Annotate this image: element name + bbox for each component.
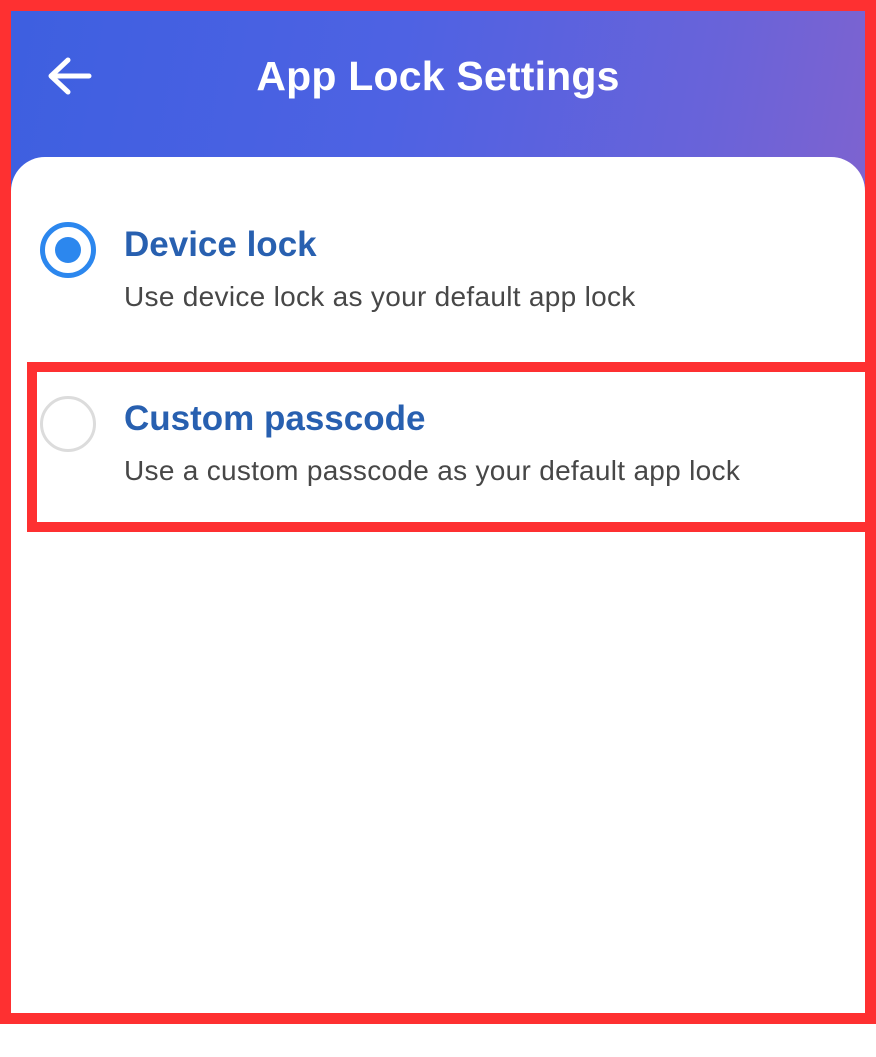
device-lock-description: Use device lock as your default app lock	[124, 281, 636, 312]
radio-selected-dot	[55, 237, 81, 263]
custom-passcode-title: Custom passcode	[124, 399, 426, 438]
option-custom-passcode[interactable]: Custom passcode Use a custom passcode as…	[40, 392, 870, 502]
option-device-lock[interactable]: Device lock Use device lock as your defa…	[40, 218, 870, 328]
device-lock-title: Device lock	[124, 225, 317, 264]
page-title: App Lock Settings	[256, 53, 620, 99]
custom-passcode-description: Use a custom passcode as your default ap…	[124, 455, 741, 486]
device-lock-radio[interactable]	[40, 222, 96, 278]
custom-passcode-radio[interactable]	[40, 396, 96, 452]
